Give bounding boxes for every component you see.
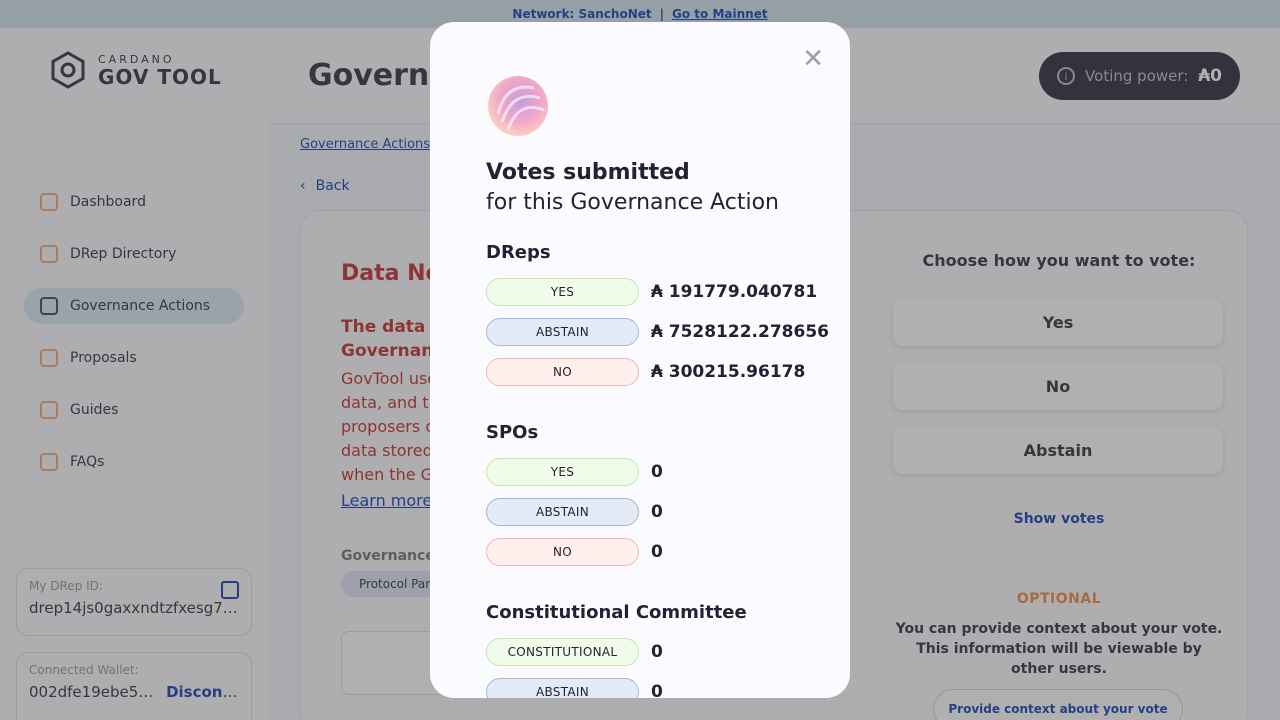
vote-row: ABSTAIN 0 xyxy=(486,498,663,526)
votes-submitted-modal: ✕ Votes submitted for this Governance Ac… xyxy=(430,22,850,698)
vote-chip-abstain: ABSTAIN xyxy=(486,318,639,346)
vote-row: ABSTAIN 0 xyxy=(486,678,663,698)
govtool-swirl-logo-icon xyxy=(488,76,548,136)
vote-value: ₳ 191779.040781 xyxy=(651,282,818,302)
close-icon[interactable]: ✕ xyxy=(802,46,824,72)
vote-chip-yes: YES xyxy=(486,458,639,486)
vote-value: ₳ 7528122.278656 xyxy=(651,322,829,342)
vote-row: YES 0 xyxy=(486,458,663,486)
vote-value: ₳ 300215.96178 xyxy=(651,362,806,382)
vote-chip-constitutional: CONSTITUTIONAL xyxy=(486,638,639,666)
vote-chip-no: NO xyxy=(486,538,639,566)
vote-value: 0 xyxy=(651,502,663,522)
vote-row: NO ₳ 300215.96178 xyxy=(486,358,805,386)
modal-title: Votes submitted xyxy=(486,160,690,185)
section-title-dreps: DReps xyxy=(486,242,551,263)
vote-chip-yes: YES xyxy=(486,278,639,306)
vote-chip-abstain: ABSTAIN xyxy=(486,678,639,698)
vote-value: 0 xyxy=(651,462,663,482)
vote-row: ABSTAIN ₳ 7528122.278656 xyxy=(486,318,829,346)
vote-value: 0 xyxy=(651,642,663,662)
vote-row: NO 0 xyxy=(486,538,663,566)
section-title-constitutional-committee: Constitutional Committee xyxy=(486,602,747,623)
modal-subtitle: for this Governance Action xyxy=(486,190,779,215)
vote-value: 0 xyxy=(651,682,663,698)
vote-row: YES ₳ 191779.040781 xyxy=(486,278,817,306)
vote-value: 0 xyxy=(651,542,663,562)
vote-row: CONSTITUTIONAL 0 xyxy=(486,638,663,666)
vote-chip-abstain: ABSTAIN xyxy=(486,498,639,526)
vote-chip-no: NO xyxy=(486,358,639,386)
section-title-spos: SPOs xyxy=(486,422,539,443)
